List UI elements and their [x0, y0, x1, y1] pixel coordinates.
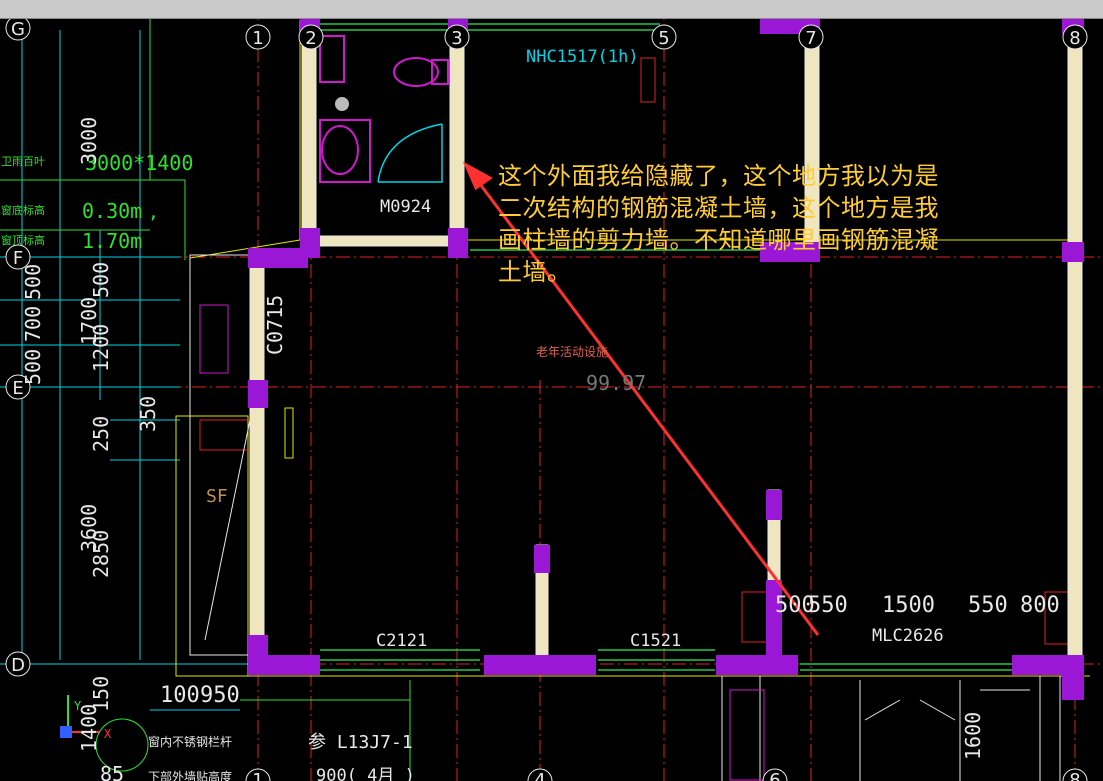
- annotation-text: 这个外面我给隐藏了，这个地方我以为是 二次结构的钢筋混凝土墙，这个地方是我 画柱…: [498, 160, 1098, 288]
- dim-500c: 500: [89, 262, 113, 298]
- annotation-line-4: 土墙。: [498, 258, 572, 286]
- walls: [249, 27, 1083, 661]
- dim-3000: 3000: [77, 117, 101, 165]
- cad-viewport[interactable]: 1 2 3 5 7 8 1 4 6 8 G F E D NHC1517(1h) …: [0, 0, 1103, 781]
- dim-1200: 1200: [89, 324, 113, 372]
- door-swing-m0924: [377, 123, 443, 183]
- dim-100: 100: [160, 683, 200, 708]
- dim-1600: 1600: [961, 712, 985, 760]
- grid-col-1-bottom: 1: [252, 770, 263, 781]
- dim-250: 250: [89, 416, 113, 452]
- dim-550b: 550: [968, 593, 1008, 618]
- label-nhc1517: NHC1517(1h): [526, 47, 639, 67]
- dim-950: 950: [200, 683, 240, 708]
- left-note-1: 卫雨百叶: [1, 155, 45, 168]
- grid-col-6-bottom: 6: [769, 770, 780, 781]
- grid-col-1: 1: [252, 28, 263, 49]
- grid-row-d: D: [11, 655, 25, 676]
- grid-col-2: 2: [305, 28, 316, 49]
- columns: [248, 18, 1084, 700]
- label-note-bottom: 下部外墙贴高度: [148, 769, 232, 781]
- dim-head: 1.70m: [82, 229, 142, 253]
- grid-col-7: 7: [805, 28, 816, 49]
- annotation-line-1: 这个外面我给隐藏了，这个地方我以为是: [498, 162, 939, 190]
- dim-1400: 1400: [77, 704, 101, 752]
- dim-comma: ,: [148, 202, 159, 223]
- window-top-bar: [0, 0, 1103, 19]
- windows: [253, 23, 1080, 671]
- grid-col-3: 3: [451, 28, 462, 49]
- toilet-fixtures: [319, 35, 449, 183]
- dim-1500: 1500: [882, 593, 935, 618]
- grid-col-8-bottom: 8: [1069, 770, 1080, 781]
- grid-col-5: 5: [658, 28, 669, 49]
- label-sf: SF: [206, 486, 228, 507]
- label-note-left: 窗内不锈钢栏杆: [148, 734, 232, 749]
- label-c1521: C1521: [630, 631, 681, 651]
- label-m0924: M0924: [380, 197, 431, 217]
- dim-win-size: 3000*1400: [85, 151, 193, 175]
- dim-500-right: 500: [775, 593, 815, 618]
- outline-white: [189, 254, 1061, 781]
- dim-85: 85: [100, 762, 124, 781]
- dim-700: 700: [21, 306, 45, 342]
- dim-800: 800: [1020, 593, 1060, 618]
- dim-500b: 500: [21, 349, 45, 385]
- label-c2121: C2121: [376, 631, 427, 651]
- label-mlc2626: MLC2626: [872, 626, 944, 646]
- label-ref: 参 L13J7-1: [308, 732, 413, 753]
- label-c0715: C0715: [263, 295, 287, 355]
- annotation-line-2: 二次结构的钢筋混凝土墙，这个地方是我: [498, 194, 939, 222]
- dim-500a: 500: [21, 264, 45, 300]
- grid-row-g: G: [11, 19, 25, 40]
- cad-drawing[interactable]: 1 2 3 5 7 8 1 4 6 8 G F E D NHC1517(1h) …: [0, 0, 1103, 781]
- dim-350: 350: [136, 396, 160, 432]
- dim-2850: 2850: [89, 530, 113, 578]
- left-note-2: 窗底标高: [1, 203, 45, 217]
- left-note-3: 窗顶标高: [1, 233, 45, 247]
- grid-col-8: 8: [1069, 28, 1080, 49]
- annotation-line-3: 画柱墙的剪力墙。不知道哪里画钢筋混凝: [498, 226, 939, 254]
- ucs-x-label: X: [104, 727, 112, 741]
- label-bottom-dim: 900( 4月 ): [316, 766, 415, 781]
- dim-sill: 0.30m: [82, 199, 142, 223]
- grid-col-4-bottom: 4: [534, 770, 545, 781]
- label-room-name: 老年活动设施: [536, 345, 608, 359]
- label-room-area: 99.97: [586, 371, 646, 395]
